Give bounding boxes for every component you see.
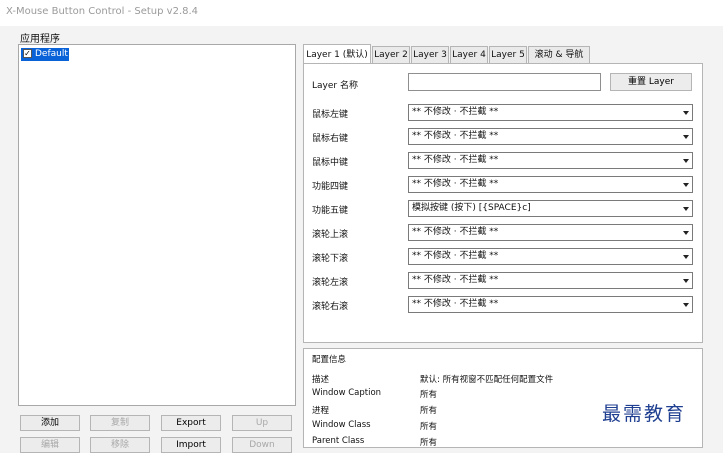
mapping-select-wheel-right[interactable]: ** 不修改 · 不拦截 **: [408, 296, 693, 313]
tab-layer-2[interactable]: Layer 2: [372, 46, 410, 63]
info-key-window-caption: Window Caption: [312, 388, 382, 398]
import-button[interactable]: Import: [161, 437, 221, 453]
down-button[interactable]: Down: [232, 437, 292, 453]
tab-layer-1[interactable]: Layer 1 (默认): [303, 44, 371, 63]
chevron-down-icon: [683, 255, 689, 259]
mapping-select-middle-button[interactable]: ** 不修改 · 不拦截 **: [408, 152, 693, 169]
watermark: 最需教育: [602, 403, 687, 425]
checkbox-default[interactable]: ✓: [23, 49, 32, 58]
tab-layer-3[interactable]: Layer 3: [411, 46, 449, 63]
mapping-label-left-button: 鼠标左键: [312, 110, 349, 120]
chevron-down-icon: [683, 303, 689, 307]
profile-info-panel: 配置信息 描述 默认: 所有视窗不匹配任何配置文件 Window Caption…: [303, 348, 703, 448]
mapping-select-left-button[interactable]: ** 不修改 · 不拦截 **: [408, 104, 693, 121]
chevron-down-icon: [683, 135, 689, 139]
layer-name-label: Layer 名称: [312, 81, 358, 91]
export-button[interactable]: Export: [161, 415, 221, 431]
tab-scroll-navigation[interactable]: 滚动 & 导航: [528, 46, 590, 63]
mapping-value: ** 不修改 · 不拦截 **: [412, 131, 499, 141]
mapping-label-right-button: 鼠标右键: [312, 134, 349, 144]
mapping-label-wheel-right: 滚轮右滚: [312, 302, 349, 312]
mapping-label-wheel-down: 滚轮下滚: [312, 254, 349, 264]
mapping-select-button-5[interactable]: 模拟按键 (按下) [{SPACE}c]: [408, 200, 693, 217]
add-button[interactable]: 添加: [20, 415, 80, 431]
info-value-process: 所有: [420, 406, 438, 416]
mapping-label-button-5: 功能五键: [312, 206, 349, 216]
layer-panel: Layer 名称 重置 Layer 鼠标左键 ** 不修改 · 不拦截 ** 鼠…: [303, 63, 703, 343]
info-value-parent-class: 所有: [420, 438, 438, 448]
chevron-down-icon: [683, 279, 689, 283]
chevron-down-icon: [683, 183, 689, 187]
up-button[interactable]: Up: [232, 415, 292, 431]
title-bar: X-Mouse Button Control - Setup v2.8.4: [0, 0, 723, 26]
mapping-value: ** 不修改 · 不拦截 **: [412, 107, 499, 117]
application-list[interactable]: ✓ Default: [18, 44, 296, 406]
info-key-window-class: Window Class: [312, 420, 371, 430]
chevron-down-icon: [683, 207, 689, 211]
info-value-window-class: 所有: [420, 422, 438, 432]
copy-button[interactable]: 复制: [90, 415, 150, 431]
profile-info-title: 配置信息: [312, 355, 347, 365]
edit-button[interactable]: 编辑: [20, 437, 80, 453]
applications-label: 应用程序: [20, 34, 60, 45]
layer-name-input[interactable]: [408, 73, 601, 91]
list-item-default[interactable]: ✓ Default: [21, 48, 69, 61]
mapping-label-middle-button: 鼠标中键: [312, 158, 349, 168]
chevron-down-icon: [683, 111, 689, 115]
info-key-process: 进程: [312, 406, 330, 416]
reset-layer-button[interactable]: 重置 Layer: [610, 73, 692, 91]
info-key-description: 描述: [312, 375, 330, 385]
mapping-select-button-4[interactable]: ** 不修改 · 不拦截 **: [408, 176, 693, 193]
mapping-value: 模拟按键 (按下) [{SPACE}c]: [412, 203, 531, 213]
mapping-label-wheel-up: 滚轮上滚: [312, 230, 349, 240]
info-value-window-caption: 所有: [420, 390, 438, 400]
mapping-select-right-button[interactable]: ** 不修改 · 不拦截 **: [408, 128, 693, 145]
tab-layer-5[interactable]: Layer 5: [489, 46, 527, 63]
mapping-value: ** 不修改 · 不拦截 **: [412, 227, 499, 237]
mapping-value: ** 不修改 · 不拦截 **: [412, 155, 499, 165]
mapping-value: ** 不修改 · 不拦截 **: [412, 251, 499, 261]
mapping-select-wheel-up[interactable]: ** 不修改 · 不拦截 **: [408, 224, 693, 241]
window-title: X-Mouse Button Control - Setup v2.8.4: [6, 6, 199, 17]
info-value-description: 默认: 所有视窗不匹配任何配置文件: [420, 375, 554, 385]
remove-button[interactable]: 移除: [90, 437, 150, 453]
mapping-label-button-4: 功能四键: [312, 182, 349, 192]
mapping-select-wheel-left[interactable]: ** 不修改 · 不拦截 **: [408, 272, 693, 289]
mapping-select-wheel-down[interactable]: ** 不修改 · 不拦截 **: [408, 248, 693, 265]
list-item-label: Default: [35, 49, 68, 59]
mapping-value: ** 不修改 · 不拦截 **: [412, 275, 499, 285]
mapping-label-wheel-left: 滚轮左滚: [312, 278, 349, 288]
tab-layer-4[interactable]: Layer 4: [450, 46, 488, 63]
mapping-value: ** 不修改 · 不拦截 **: [412, 299, 499, 309]
chevron-down-icon: [683, 159, 689, 163]
mapping-value: ** 不修改 · 不拦截 **: [412, 179, 499, 189]
info-key-parent-class: Parent Class: [312, 436, 365, 446]
chevron-down-icon: [683, 231, 689, 235]
